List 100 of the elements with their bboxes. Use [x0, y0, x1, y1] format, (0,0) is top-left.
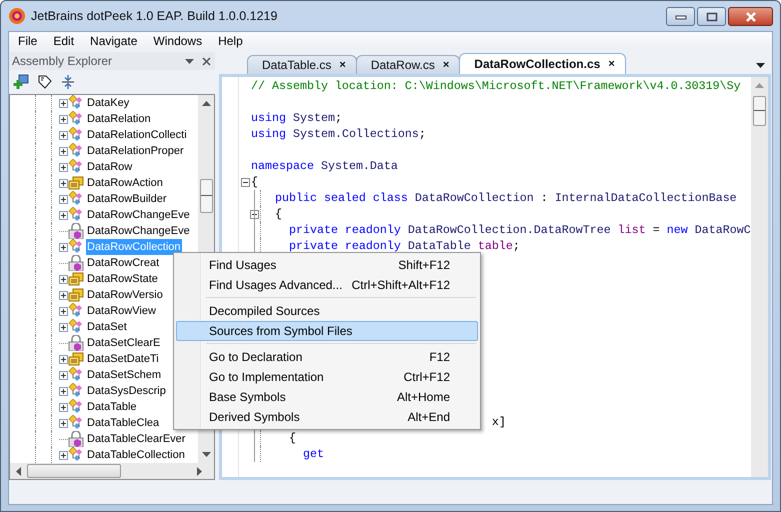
tree-item[interactable]: DataRowChangeEve	[86, 223, 191, 239]
tree-item[interactable]: DataTableCollection	[86, 447, 186, 463]
collapse-icon[interactable]	[240, 178, 250, 186]
expand-icon[interactable]	[59, 306, 68, 316]
shortcut-text: Ctrl+Shift+Alt+F12	[352, 278, 450, 292]
expand-icon[interactable]	[59, 386, 68, 396]
tree-item[interactable]: DataRowVersio	[86, 287, 164, 303]
code-line: using System.Collections;	[251, 126, 426, 142]
expand-icon[interactable]	[59, 194, 68, 204]
tab-close-button[interactable]: ×	[339, 59, 346, 71]
class-icon	[68, 191, 84, 207]
expand-icon[interactable]	[59, 418, 68, 428]
scroll-down-icon[interactable]	[202, 452, 210, 457]
code-line: get	[302, 446, 324, 462]
tree-item[interactable]: DataSysDescrip	[86, 383, 167, 399]
shortcut-text: Alt+Home	[396, 390, 450, 404]
expand-icon[interactable]	[59, 354, 68, 364]
menu-item[interactable]: Help	[211, 34, 252, 48]
close-icon[interactable]	[202, 56, 211, 66]
enum-icon	[68, 175, 84, 191]
file-tab[interactable]: DataRowCollection.cs ×	[459, 53, 626, 74]
scroll-left-icon[interactable]	[16, 466, 21, 476]
class-icon	[68, 415, 84, 431]
shortcut-text: F12	[429, 350, 450, 364]
minimize-button[interactable]	[666, 7, 695, 26]
enum-icon	[68, 287, 84, 303]
class-icon	[68, 95, 84, 111]
scroll-thumb[interactable]	[200, 179, 212, 213]
expand-icon[interactable]	[59, 370, 68, 380]
tree-item[interactable]: DataRelationCollecti	[86, 127, 188, 143]
menu-item[interactable]: Navigate	[83, 34, 146, 48]
expand-icon[interactable]	[59, 98, 68, 108]
tree-item[interactable]: DataTable	[86, 399, 138, 415]
class-icon	[68, 207, 84, 223]
tree-item[interactable]: DataRowAction	[86, 175, 164, 191]
dropdown-icon[interactable]	[756, 63, 765, 68]
collapse-icon[interactable]	[250, 210, 259, 218]
tab-close-button[interactable]: ×	[442, 59, 450, 71]
tree-item[interactable]: DataSetDateTi	[86, 351, 160, 367]
menu-item[interactable]: File	[11, 34, 46, 48]
expand-icon[interactable]	[59, 178, 68, 188]
add-assembly-icon[interactable]	[13, 74, 29, 90]
tree-item[interactable]: DataTableClea	[86, 415, 160, 431]
expand-icon[interactable]	[59, 290, 68, 300]
tree-item[interactable]: DataSet	[86, 319, 128, 335]
menu-item[interactable]: Go to Declaration F12	[176, 347, 478, 367]
scroll-right-icon[interactable]	[197, 466, 202, 476]
menu-item[interactable]: Edit	[46, 34, 84, 48]
menu-item[interactable]: Base Symbols Alt+Home	[176, 387, 478, 407]
code-line: using System;	[251, 110, 342, 126]
expand-icon[interactable]	[59, 162, 68, 172]
panel-title: Assembly Explorer	[12, 54, 114, 68]
expand-icon[interactable]	[59, 402, 68, 412]
app-logo-icon	[8, 7, 26, 25]
expand-icon[interactable]	[59, 146, 68, 156]
expand-icon[interactable]	[59, 130, 68, 140]
expand-icon[interactable]	[59, 242, 68, 252]
tree-item[interactable]: DataSetSchem	[86, 367, 162, 383]
tree-item[interactable]: DataRowState	[86, 271, 159, 287]
enum-icon	[68, 271, 84, 287]
class-icon	[68, 319, 84, 335]
tree-item[interactable]: DataKey	[86, 95, 130, 111]
tab-close-button[interactable]: ×	[608, 58, 615, 70]
tree-item[interactable]: DataTableClearEver	[86, 431, 186, 447]
expand-icon[interactable]	[59, 114, 68, 124]
tree-item[interactable]: DataSetClearE	[86, 335, 162, 351]
code-line: public sealed class DataRowCollection : InternalDataCollectionBase	[274, 190, 737, 206]
expand-icon[interactable]	[59, 210, 68, 220]
tree-item[interactable]: DataRowCreat	[86, 255, 160, 271]
tag-icon[interactable]	[37, 74, 53, 90]
menu-item[interactable]: Find Usages Advanced... Ctrl+Shift+Alt+F12	[176, 275, 478, 295]
maximize-button[interactable]	[697, 7, 726, 26]
menu-item[interactable]: Go to Implementation Ctrl+F12	[176, 367, 478, 387]
code-line: private readonly DataTable table;	[288, 238, 520, 254]
shortcut-text: Ctrl+F12	[404, 370, 450, 384]
menu-item[interactable]: Sources from Symbol Files	[176, 321, 478, 341]
file-tab[interactable]: DataTable.cs ×	[247, 55, 357, 74]
tree-item[interactable]: DataRowBuilder	[86, 191, 168, 207]
tree-item[interactable]: DataRowChangeEve	[86, 207, 191, 223]
code-line: {	[288, 430, 296, 446]
close-button[interactable]	[728, 7, 773, 26]
class-icon	[68, 303, 84, 319]
dropdown-icon[interactable]	[185, 58, 194, 64]
expand-icon[interactable]	[59, 322, 68, 332]
scroll-up-icon[interactable]	[202, 101, 210, 106]
tree-item[interactable]: DataRelationProper	[86, 143, 185, 159]
tree-item[interactable]: DataRelation	[86, 111, 152, 127]
file-tab[interactable]: DataRow.cs ×	[356, 55, 460, 74]
menu-item[interactable]: Windows	[146, 34, 212, 48]
expand-icon[interactable]	[59, 274, 68, 284]
menu-item[interactable]: Find Usages Shift+F12	[176, 255, 478, 275]
scroll-thumb[interactable]	[27, 464, 121, 478]
class-icon	[68, 399, 84, 415]
collapse-all-icon[interactable]	[61, 74, 75, 90]
scroll-thumb[interactable]	[753, 96, 766, 126]
tree-item[interactable]: DataRow	[86, 159, 134, 175]
expand-icon[interactable]	[59, 450, 68, 460]
menu-item[interactable]: Derived Symbols Alt+End	[176, 407, 478, 427]
tree-item[interactable]: DataRowView	[86, 303, 157, 319]
menu-item[interactable]: Decompiled Sources	[176, 301, 478, 321]
